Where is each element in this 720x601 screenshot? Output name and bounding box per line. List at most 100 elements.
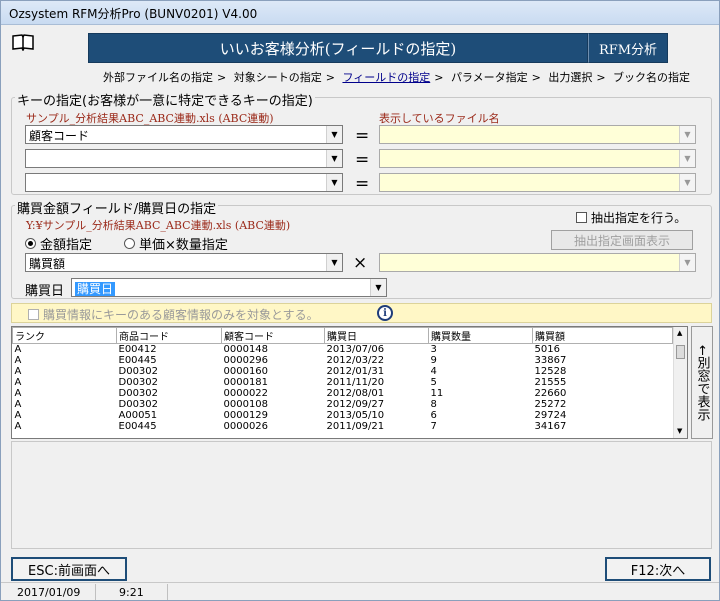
- table-cell: 25272: [534, 399, 567, 410]
- chevron-down-icon[interactable]: ▼: [326, 174, 342, 191]
- data-table: ランク 商品コード 顧客コード 購買日 購買数量 購買額 A E00412 0000…: [12, 327, 673, 432]
- table-row[interactable]: A D00302 0000181 2011/11/20 5 21555: [13, 377, 673, 388]
- key-combo-1[interactable]: 顧客コード ▼: [25, 125, 343, 144]
- radio-unit-qty[interactable]: 単価×数量指定: [124, 234, 228, 253]
- equals-sign: =: [355, 174, 370, 194]
- table-cell: 2013/05/10: [326, 410, 385, 421]
- table-cell: A: [14, 410, 22, 421]
- table-cell: 29724: [534, 410, 567, 421]
- column-header[interactable]: ランク: [12, 327, 117, 344]
- column-header[interactable]: 購買額: [532, 327, 673, 344]
- table-cell: D00302: [118, 399, 159, 410]
- table-cell: 2012/08/01: [326, 388, 385, 399]
- table-cell: A: [14, 388, 22, 399]
- table-row[interactable]: A E00445 0000026 2011/09/21 7 34167: [13, 421, 673, 432]
- chevron-down-icon[interactable]: ▼: [679, 150, 695, 167]
- chevron-down-icon[interactable]: ▼: [679, 174, 695, 191]
- column-header[interactable]: 商品コード: [116, 327, 222, 344]
- chevron-down-icon[interactable]: ▼: [370, 279, 386, 296]
- table-cell: A: [14, 399, 22, 410]
- back-button[interactable]: ESC:前画面へ: [11, 557, 127, 581]
- status-bar: 2017/01/09 9:21: [1, 582, 719, 601]
- next-button[interactable]: F12:次へ: [605, 557, 711, 581]
- table-cell: 2012/01/31: [326, 366, 385, 377]
- scroll-thumb[interactable]: [676, 345, 685, 359]
- table-cell: 0000296: [223, 355, 269, 366]
- chevron-down-icon[interactable]: ▼: [679, 126, 695, 143]
- column-header[interactable]: 購買数量: [428, 327, 533, 344]
- table-body: A E00412 0000148 2013/07/06 3 5016 A E00445 0000…: [13, 344, 673, 432]
- radio-amount[interactable]: 金額指定: [25, 234, 92, 253]
- purchase-group-title: 購買金額フィールド/購買日の指定: [15, 198, 219, 217]
- table-row[interactable]: A E00445 0000296 2012/03/22 9 33867: [13, 355, 673, 366]
- data-grid[interactable]: ランク 商品コード 顧客コード 購買日 購買数量 購買額 A E00412 0000…: [11, 326, 688, 439]
- table-cell: 2011/11/20: [326, 377, 385, 388]
- table-cell: 2011/09/21: [326, 421, 385, 432]
- breadcrumb-separator: >: [217, 71, 227, 84]
- table-row[interactable]: A E00412 0000148 2013/07/06 3 5016: [13, 344, 673, 356]
- purchase-date-combo[interactable]: 購買日 ▼: [71, 278, 387, 297]
- breadcrumb-step-book: ブック名の指定: [613, 71, 691, 84]
- table-cell: 21555: [534, 377, 567, 388]
- table-row[interactable]: A A00051 0000129 2013/05/10 6 29724: [13, 410, 673, 421]
- open-separate-window-button[interactable]: ←別窓で表示: [691, 326, 713, 439]
- checkbox-box[interactable]: [28, 309, 39, 320]
- table-cell: D00302: [118, 377, 159, 388]
- table-cell: A: [14, 355, 22, 366]
- page-header: いいお客様分析(フィールドの指定): [88, 33, 588, 63]
- radio-amount-label: 金額指定: [40, 238, 93, 253]
- file-combo-1[interactable]: ▼: [379, 125, 696, 144]
- status-separator: [95, 584, 96, 600]
- table-cell: A: [14, 344, 22, 355]
- chevron-down-icon[interactable]: ▼: [326, 254, 342, 271]
- breadcrumb-step-file: 外部ファイル名の指定: [103, 71, 213, 84]
- key-combo-1-value: 顧客コード: [29, 129, 90, 143]
- table-row[interactable]: A D00302 0000160 2012/01/31 4 12528: [13, 366, 673, 377]
- radio-unselected-icon[interactable]: [124, 238, 135, 249]
- table-cell: 5: [430, 377, 437, 388]
- status-time: 9:21: [119, 586, 144, 599]
- checkbox-box[interactable]: [576, 212, 587, 223]
- table-row[interactable]: A D00302 0000022 2012/08/01 11 22660: [13, 388, 673, 399]
- key-only-checkbox[interactable]: 購買情報にキーのある顧客情報のみを対象とする。: [28, 306, 319, 323]
- column-header[interactable]: 顧客コード: [221, 327, 325, 344]
- table-cell: A: [14, 377, 22, 388]
- scroll-down-icon[interactable]: ▼: [677, 427, 682, 435]
- preview-panel: [11, 441, 712, 549]
- table-cell: A00051: [118, 410, 158, 421]
- quantity-combo[interactable]: ▼: [379, 253, 696, 272]
- key-combo-3[interactable]: ▼: [25, 173, 343, 192]
- chevron-down-icon[interactable]: ▼: [326, 150, 342, 167]
- times-sign: ×: [353, 253, 368, 273]
- chevron-down-icon[interactable]: ▼: [326, 126, 342, 143]
- table-cell: 0000022: [223, 388, 269, 399]
- chevron-down-icon[interactable]: ▼: [679, 254, 695, 271]
- rfm-badge: RFM分析: [588, 33, 668, 63]
- radio-unit-qty-label: 単価×数量指定: [139, 238, 228, 253]
- extract-checkbox-label: 抽出指定を行う。: [591, 211, 687, 225]
- breadcrumb-separator: >: [531, 71, 541, 84]
- amount-combo[interactable]: 購買額 ▼: [25, 253, 343, 272]
- table-header-row: ランク 商品コード 顧客コード 購買日 購買数量 購買額: [12, 327, 673, 344]
- table-cell: 22660: [534, 388, 567, 399]
- scroll-up-icon[interactable]: ▲: [677, 329, 682, 337]
- key-source-label: サンプル_分析結果ABC_ABC連動.xls (ABC連動): [26, 112, 274, 125]
- key-combo-2[interactable]: ▼: [25, 149, 343, 168]
- info-icon[interactable]: i: [377, 305, 393, 321]
- table-cell: E00445: [118, 355, 157, 366]
- extract-screen-button[interactable]: 抽出指定画面表示: [551, 230, 693, 250]
- table-cell: 6: [430, 410, 437, 421]
- breadcrumb-separator: >: [434, 71, 444, 84]
- breadcrumb-separator: >: [596, 71, 606, 84]
- book-icon: [12, 34, 34, 51]
- radio-selected-icon[interactable]: [25, 238, 36, 249]
- file-combo-2[interactable]: ▼: [379, 149, 696, 168]
- column-header[interactable]: 購買日: [324, 327, 429, 344]
- table-cell: 0000148: [223, 344, 269, 355]
- table-row[interactable]: A D00302 0000108 2012/09/27 8 25272: [13, 399, 673, 410]
- title-bar: Ozsystem RFM分析Pro (BUNV0201) V4.00: [1, 1, 719, 25]
- file-combo-3[interactable]: ▼: [379, 173, 696, 192]
- table-cell: 11: [430, 388, 444, 399]
- vertical-scrollbar[interactable]: ▲ ▼: [673, 327, 687, 438]
- extract-checkbox[interactable]: 抽出指定を行う。: [576, 209, 686, 226]
